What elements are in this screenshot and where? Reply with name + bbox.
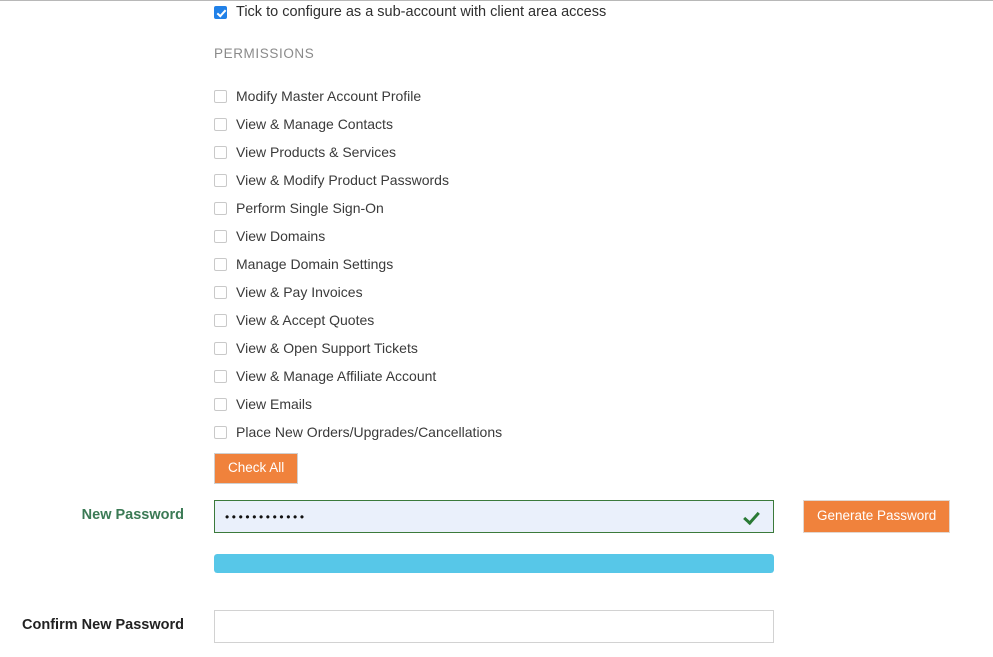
- new-password-field[interactable]: ••••••••••••: [214, 500, 774, 533]
- permission-checkbox[interactable]: [214, 117, 227, 131]
- permission-label: View Domains: [236, 228, 326, 244]
- permissions-list: Modify Master Account Profile View & Mana…: [214, 82, 502, 446]
- check-all-button[interactable]: Check All: [214, 453, 299, 484]
- permission-item[interactable]: View Domains: [214, 222, 502, 250]
- check-icon: [743, 509, 759, 525]
- permission-checkbox[interactable]: [214, 425, 227, 439]
- permission-label: View Products & Services: [236, 144, 397, 160]
- permission-label: Manage Domain Settings: [236, 256, 394, 272]
- permission-label: View & Modify Product Passwords: [236, 172, 449, 188]
- permission-item[interactable]: View & Manage Contacts: [214, 110, 502, 138]
- permission-label: View Emails: [236, 396, 312, 412]
- permission-label: Modify Master Account Profile: [236, 88, 422, 104]
- permission-checkbox[interactable]: [214, 89, 227, 103]
- permission-item[interactable]: Perform Single Sign-On: [214, 194, 502, 222]
- permission-label: View & Pay Invoices: [236, 284, 363, 300]
- permission-label: View & Open Support Tickets: [236, 340, 418, 356]
- permission-label: View & Manage Contacts: [236, 116, 393, 132]
- new-password-label: New Password: [81, 507, 184, 523]
- permission-item[interactable]: View Emails: [214, 390, 502, 418]
- permission-item[interactable]: Modify Master Account Profile: [214, 82, 502, 110]
- permission-checkbox[interactable]: [214, 229, 227, 243]
- permission-label: Perform Single Sign-On: [236, 200, 384, 216]
- permission-label: View & Accept Quotes: [236, 312, 375, 328]
- permission-checkbox[interactable]: [214, 173, 227, 187]
- subaccount-toggle-row[interactable]: Tick to configure as a sub-account with …: [214, 2, 606, 22]
- permission-item[interactable]: Manage Domain Settings: [214, 250, 502, 278]
- account-permissions-form: Tick to configure as a sub-account with …: [0, 0, 993, 657]
- permission-checkbox[interactable]: [214, 313, 227, 327]
- permission-checkbox[interactable]: [214, 341, 227, 355]
- permission-checkbox[interactable]: [214, 369, 227, 383]
- permission-item[interactable]: View & Modify Product Passwords: [214, 166, 502, 194]
- permission-item[interactable]: Place New Orders/Upgrades/Cancellations: [214, 418, 502, 446]
- confirm-password-label: Confirm New Password: [22, 617, 184, 633]
- password-strength-meter: [214, 554, 774, 573]
- generate-password-button[interactable]: Generate Password: [803, 500, 951, 533]
- permission-item[interactable]: View Products & Services: [214, 138, 502, 166]
- permission-checkbox[interactable]: [214, 257, 227, 271]
- password-strength-fill: [214, 554, 774, 573]
- permission-checkbox[interactable]: [214, 145, 227, 159]
- permission-label: View & Manage Affiliate Account: [236, 368, 437, 384]
- permission-label: Place New Orders/Upgrades/Cancellations: [236, 424, 503, 440]
- permission-checkbox[interactable]: [214, 285, 227, 299]
- subaccount-checkbox[interactable]: [214, 5, 227, 19]
- permission-item[interactable]: View & Open Support Tickets: [214, 334, 502, 362]
- subaccount-label: Tick to configure as a sub-account with …: [236, 3, 607, 20]
- permission-item[interactable]: View & Manage Affiliate Account: [214, 362, 502, 390]
- permissions-heading: PERMISSIONS: [214, 46, 315, 61]
- new-password-value: ••••••••••••: [225, 510, 307, 523]
- confirm-password-input[interactable]: [214, 610, 774, 643]
- permission-checkbox[interactable]: [214, 397, 227, 411]
- permission-checkbox[interactable]: [214, 201, 227, 215]
- permission-item[interactable]: View & Accept Quotes: [214, 306, 502, 334]
- permission-item[interactable]: View & Pay Invoices: [214, 278, 502, 306]
